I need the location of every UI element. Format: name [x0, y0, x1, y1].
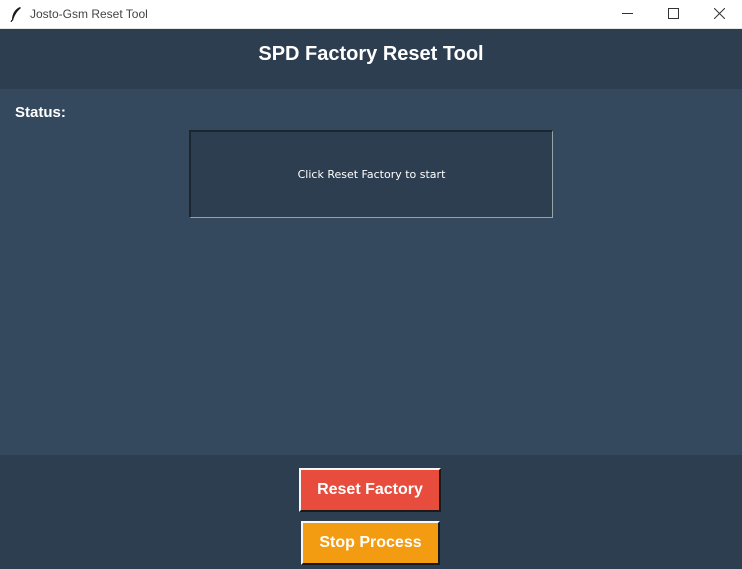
status-panel: Status: Click Reset Factory to start [0, 89, 742, 455]
page-title: SPD Factory Reset Tool [258, 43, 484, 65]
app-header: SPD Factory Reset Tool [0, 29, 742, 89]
app-window: Josto-Gsm Reset Tool SPD Factory Reset T… [0, 0, 742, 569]
status-display: Click Reset Factory to start [189, 130, 553, 218]
minimize-button[interactable] [604, 0, 650, 29]
stop-process-button[interactable]: Stop Process [301, 521, 440, 565]
title-bar[interactable]: Josto-Gsm Reset Tool [0, 0, 742, 29]
close-button[interactable] [696, 0, 742, 29]
close-icon [713, 6, 725, 24]
status-label: Status: [15, 104, 66, 121]
minimize-icon [621, 6, 633, 24]
feather-icon [9, 6, 23, 23]
maximize-button[interactable] [650, 0, 696, 29]
action-bar: Reset Factory Stop Process [0, 455, 742, 569]
maximize-icon [667, 6, 679, 24]
reset-factory-button[interactable]: Reset Factory [299, 468, 441, 512]
window-title: Josto-Gsm Reset Tool [30, 7, 148, 21]
status-message: Click Reset Factory to start [297, 168, 446, 181]
